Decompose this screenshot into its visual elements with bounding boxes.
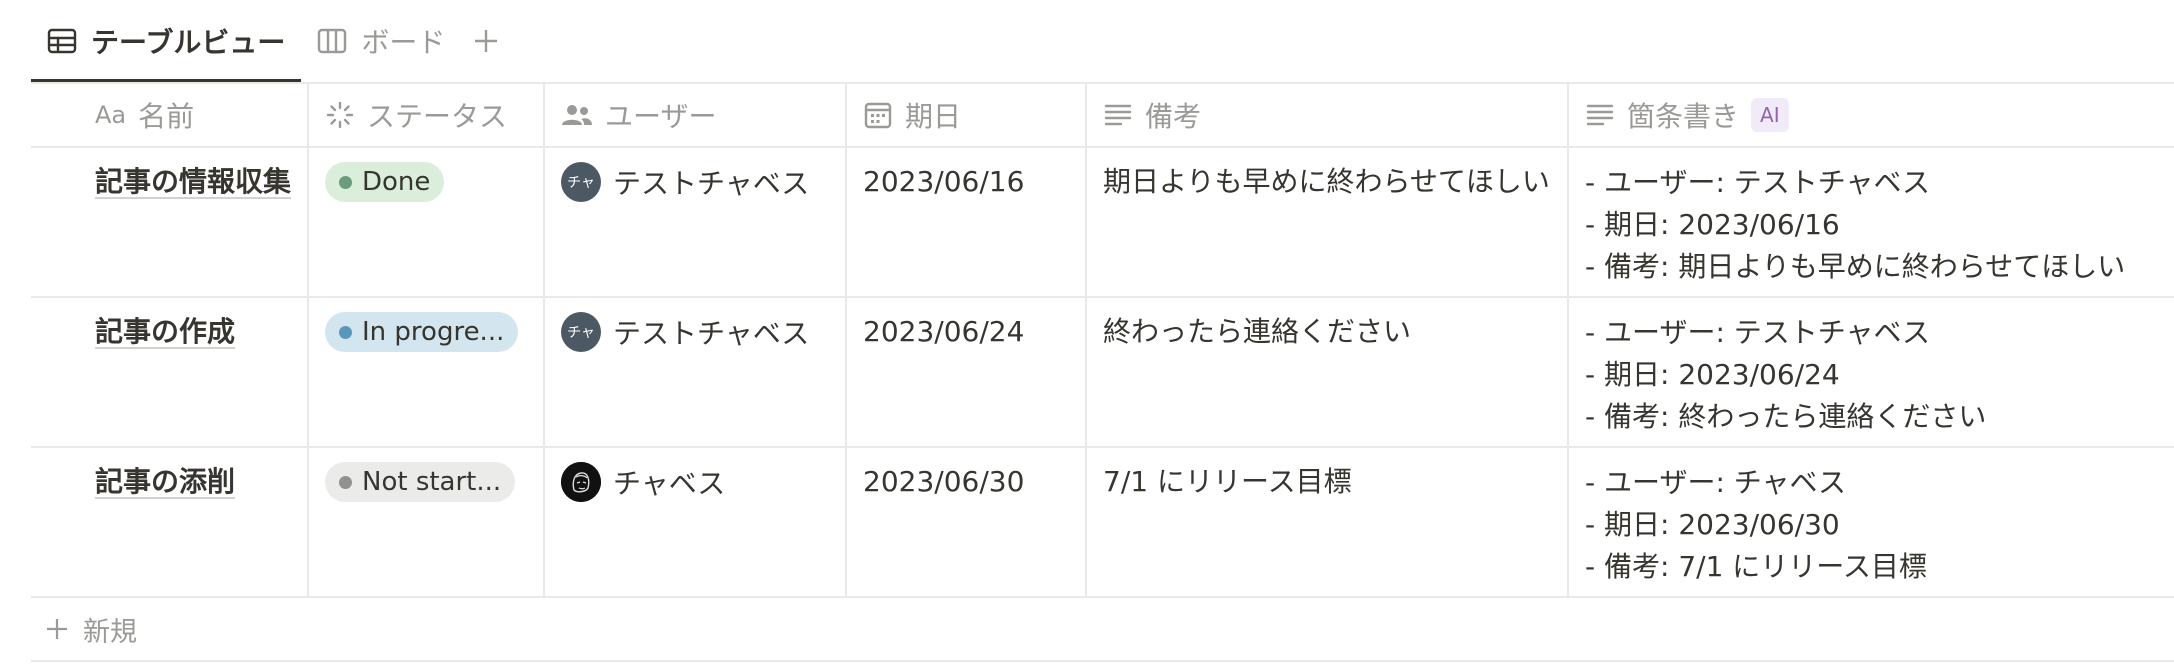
bullet-line: - 期日: 2023/06/16 <box>1585 208 1840 241</box>
avatar <box>561 462 601 502</box>
calendar-icon <box>863 100 893 130</box>
note-value: 期日よりも早めに終わらせてほしい <box>1103 165 1550 198</box>
status-cell[interactable]: In progre... <box>309 298 545 446</box>
table-icon <box>47 28 77 54</box>
table-row[interactable]: 記事の添削 Not start... チャベス 2023/06/30 7/1 に… <box>31 448 2174 598</box>
text-lines-icon <box>1103 101 1133 129</box>
board-icon <box>317 28 347 54</box>
status-label: In progre... <box>362 317 505 347</box>
user-cell[interactable]: チャベス <box>545 448 847 596</box>
column-header-label: 名前 <box>138 100 195 133</box>
user-chip[interactable]: チャ テストチャベス <box>561 312 829 352</box>
user-chip[interactable]: チャ テストチャベス <box>561 162 829 202</box>
name-cell[interactable]: 記事の情報収集 <box>31 148 309 296</box>
bullet-line: - 期日: 2023/06/30 <box>1585 508 1840 541</box>
note-cell[interactable]: 期日よりも早めに終わらせてほしい <box>1087 148 1569 296</box>
plus-icon <box>45 617 69 641</box>
status-dot <box>339 325 352 339</box>
bullets-list: - ユーザー: チャベス - 期日: 2023/06/30 - 備考: 7/1 … <box>1585 462 2158 588</box>
ai-badge: AI <box>1751 98 1789 132</box>
tab-board[interactable]: ボード <box>301 0 461 82</box>
people-icon <box>561 102 593 128</box>
bullet-line: - ユーザー: チャベス <box>1585 466 1847 499</box>
bullet-line: - 備考: 7/1 にリリース目標 <box>1585 550 1927 583</box>
date-value: 2023/06/30 <box>863 465 1025 498</box>
bullet-line: - ユーザー: テストチャベス <box>1585 166 1931 199</box>
status-icon <box>325 100 355 130</box>
status-dot <box>339 475 352 489</box>
bullets-list: - ユーザー: テストチャベス - 期日: 2023/06/16 - 備考: 期… <box>1585 162 2158 288</box>
table-header-row: Aa 名前 ステータス ユーザー 期日 備考 箇条書き AI <box>31 84 2174 148</box>
status-dot <box>339 175 352 189</box>
status-label: Not start... <box>362 467 502 497</box>
user-cell[interactable]: チャ テストチャベス <box>545 298 847 446</box>
column-header-label: 備考 <box>1145 100 1202 133</box>
date-value: 2023/06/24 <box>863 315 1025 348</box>
row-title[interactable]: 記事の作成 <box>95 312 235 352</box>
status-label: Done <box>362 167 431 197</box>
add-view-button[interactable] <box>461 0 511 82</box>
note-cell[interactable]: 終わったら連絡ください <box>1087 298 1569 446</box>
note-value: 終わったら連絡ください <box>1103 315 1412 348</box>
user-cell[interactable]: チャ テストチャベス <box>545 148 847 296</box>
status-badge[interactable]: Not start... <box>325 462 516 502</box>
new-row-button[interactable]: 新規 <box>31 598 2174 662</box>
status-badge[interactable]: Done <box>325 162 445 202</box>
avatar-photo-icon <box>561 462 601 502</box>
bullets-list: - ユーザー: テストチャベス - 期日: 2023/06/24 - 備考: 終… <box>1585 312 2158 438</box>
user-chip[interactable]: チャベス <box>561 462 829 502</box>
column-header-label: ユーザー <box>605 100 717 133</box>
text-lines-icon <box>1585 101 1615 129</box>
column-header-label: 箇条書き <box>1627 100 1740 133</box>
bullet-line: - 備考: 期日よりも早めに終わらせてほしい <box>1585 250 2126 283</box>
avatar: チャ <box>561 312 601 352</box>
column-header-status[interactable]: ステータス <box>309 84 545 146</box>
user-name: テストチャベス <box>613 317 810 350</box>
status-cell[interactable]: Not start... <box>309 448 545 596</box>
new-row-label: 新規 <box>83 616 137 648</box>
column-header-label: 期日 <box>905 100 962 133</box>
note-value: 7/1 にリリース目標 <box>1103 465 1352 498</box>
status-cell[interactable]: Done <box>309 148 545 296</box>
column-header-label: ステータス <box>367 100 508 133</box>
bullet-line: - 備考: 終わったら連絡ください <box>1585 400 1987 433</box>
avatar: チャ <box>561 162 601 202</box>
user-name: テストチャベス <box>613 167 810 200</box>
name-cell[interactable]: 記事の添削 <box>31 448 309 596</box>
column-header-date[interactable]: 期日 <box>847 84 1087 146</box>
bullets-cell[interactable]: - ユーザー: チャベス - 期日: 2023/06/30 - 備考: 7/1 … <box>1569 448 2174 596</box>
tab-label: ボード <box>361 26 446 59</box>
row-title[interactable]: 記事の情報収集 <box>95 162 291 202</box>
bullets-cell[interactable]: - ユーザー: テストチャベス - 期日: 2023/06/24 - 備考: 終… <box>1569 298 2174 446</box>
date-value: 2023/06/16 <box>863 165 1025 198</box>
column-header-bullets[interactable]: 箇条書き AI <box>1569 84 2174 146</box>
user-name: チャベス <box>613 467 726 500</box>
table-row[interactable]: 記事の作成 In progre... チャ テストチャベス 2023/06/24… <box>31 298 2174 448</box>
note-cell[interactable]: 7/1 にリリース目標 <box>1087 448 1569 596</box>
date-cell[interactable]: 2023/06/30 <box>847 448 1087 596</box>
column-header-name[interactable]: Aa 名前 <box>31 84 309 146</box>
text-type-icon: Aa <box>95 101 127 129</box>
bullet-line: - 期日: 2023/06/24 <box>1585 358 1840 391</box>
column-header-user[interactable]: ユーザー <box>545 84 847 146</box>
row-title[interactable]: 記事の添削 <box>95 462 235 502</box>
tab-table-view[interactable]: テーブルビュー <box>31 0 302 82</box>
status-badge[interactable]: In progre... <box>325 312 519 352</box>
table-row[interactable]: 記事の情報収集 Done チャ テストチャベス 2023/06/16 期日よりも… <box>31 148 2174 298</box>
bullet-line: - ユーザー: テストチャベス <box>1585 316 1931 349</box>
name-cell[interactable]: 記事の作成 <box>31 298 309 446</box>
plus-icon <box>473 28 499 54</box>
view-tabs: テーブルビュー ボード <box>31 0 511 82</box>
date-cell[interactable]: 2023/06/24 <box>847 298 1087 446</box>
database-table: Aa 名前 ステータス ユーザー 期日 備考 箇条書き AI 記事の情報収集 D… <box>31 82 2174 662</box>
bullets-cell[interactable]: - ユーザー: テストチャベス - 期日: 2023/06/16 - 備考: 期… <box>1569 148 2174 296</box>
date-cell[interactable]: 2023/06/16 <box>847 148 1087 296</box>
tab-label: テーブルビュー <box>91 26 286 59</box>
column-header-note[interactable]: 備考 <box>1087 84 1569 146</box>
